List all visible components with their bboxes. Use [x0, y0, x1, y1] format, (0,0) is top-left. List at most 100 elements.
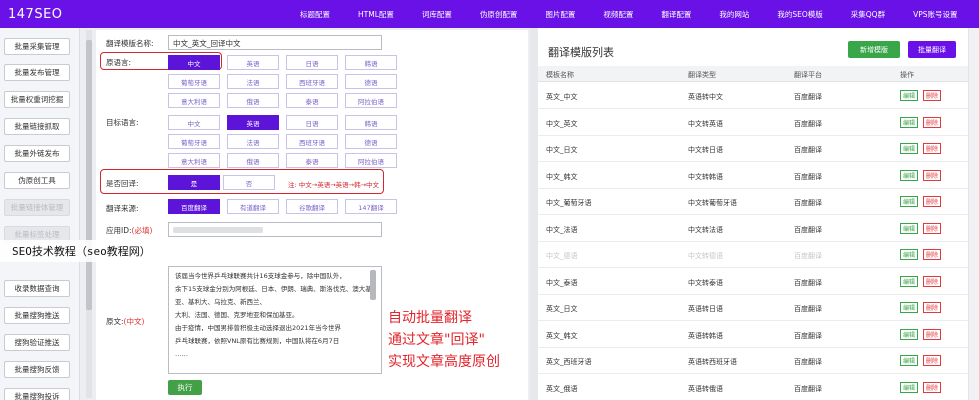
table-row[interactable]: 中文_泰语 中文转泰语 百度翻译 编辑 删除: [538, 269, 979, 295]
table-row[interactable]: 英文_西班牙语 英语转西班牙语 百度翻译 编辑 删除: [538, 348, 979, 374]
target-lang-option[interactable]: 德语: [345, 134, 397, 149]
target-lang-option[interactable]: 葡萄牙语: [168, 134, 220, 149]
delete-button[interactable]: 删除: [923, 302, 942, 313]
edit-button[interactable]: 编辑: [900, 143, 919, 154]
delete-button[interactable]: 删除: [923, 90, 942, 101]
template-name-input[interactable]: 中文_英文_回译中文: [168, 35, 382, 50]
delete-button[interactable]: 删除: [923, 381, 942, 393]
translate-source-option[interactable]: 百度翻译: [168, 199, 220, 214]
target-lang-option[interactable]: 韩语: [345, 115, 397, 130]
edit-button[interactable]: 编辑: [900, 222, 919, 234]
sidebar-item[interactable]: 批量链接体管理: [4, 199, 70, 216]
edit-button[interactable]: 编辑: [900, 90, 919, 101]
target-lang-option[interactable]: 俄语: [227, 153, 279, 168]
source-lang-option[interactable]: 韩语: [345, 55, 397, 70]
back-translate-yes[interactable]: 是: [168, 175, 220, 190]
top-nav-item[interactable]: 词库配置: [408, 9, 466, 20]
target-lang-option[interactable]: 中文: [168, 115, 220, 130]
sidebar-item[interactable]: 伪原创工具: [4, 172, 70, 189]
source-lang-option[interactable]: 阿拉伯语: [345, 93, 397, 108]
top-nav-item[interactable]: 图片配置: [531, 9, 589, 20]
sidebar-item[interactable]: 批量权重词挖掘: [4, 91, 70, 108]
target-lang-option[interactable]: 西班牙语: [286, 134, 338, 149]
delete-button[interactable]: 删除: [923, 222, 942, 234]
top-nav-item[interactable]: 我的SEO模版: [763, 9, 836, 20]
top-nav-item[interactable]: 我的网站: [705, 9, 763, 20]
top-nav-item[interactable]: 采集QQ群: [837, 9, 899, 20]
sidebar-item[interactable]: 批量采集管理: [4, 38, 70, 55]
top-nav-item[interactable]: 伪原创配置: [466, 9, 532, 20]
panel-scrollbar[interactable]: [968, 28, 979, 400]
top-nav-item[interactable]: 标题配置: [286, 9, 344, 20]
target-lang-option[interactable]: 日语: [286, 115, 338, 130]
table-row[interactable]: 英文_中文 英语转中文 百度翻译 编辑 删除: [538, 83, 979, 109]
delete-button[interactable]: 删除: [923, 196, 942, 207]
target-lang-option[interactable]: 意大利语: [168, 153, 220, 168]
table-row[interactable]: 英文_俄语 英语转俄语 百度翻译 编辑 删除: [538, 375, 979, 400]
source-lang-option[interactable]: 中文: [168, 55, 220, 70]
textarea-scroll-thumb[interactable]: [370, 270, 376, 300]
source-lang-option[interactable]: 泰语: [286, 93, 338, 108]
sidebar-item[interactable]: 批量搜狗投诉: [4, 388, 70, 400]
edit-button[interactable]: 编辑: [900, 381, 919, 393]
app-logo[interactable]: 147SEO: [0, 7, 300, 22]
appid-input[interactable]: [168, 222, 382, 237]
sidebar-item[interactable]: 批量发布管理: [4, 64, 70, 81]
table-row[interactable]: 中文_韩文 中文转韩语 百度翻译 编辑 删除: [538, 163, 979, 189]
add-template-button[interactable]: 新增模版: [848, 41, 900, 58]
top-nav-item[interactable]: 翻译配置: [647, 9, 705, 20]
edit-button[interactable]: 编辑: [900, 196, 919, 207]
source-lang-option[interactable]: 法语: [227, 74, 279, 89]
delete-button[interactable]: 删除: [923, 328, 942, 340]
source-lang-option[interactable]: 德语: [345, 74, 397, 89]
edit-button[interactable]: 编辑: [900, 169, 919, 181]
back-translate-no[interactable]: 否: [223, 175, 275, 190]
run-button[interactable]: 执行: [168, 380, 202, 395]
table-row[interactable]: 中文_葡萄牙语 中文转葡萄牙语 百度翻译 编辑 删除: [538, 189, 979, 215]
sidebar-item[interactable]: 批量外链发布: [4, 145, 70, 162]
original-textarea[interactable]: 该届当今世界乒乓球联赛共计16支球金参与，除中国队外， 余下15支球金分别为阿根廷…: [168, 266, 382, 374]
target-lang-option[interactable]: 英语: [227, 115, 279, 130]
edit-button[interactable]: 编辑: [900, 249, 919, 260]
target-lang-option[interactable]: 泰语: [286, 153, 338, 168]
table-row[interactable]: 英文_韩文 英语转韩语 百度翻译 编辑 删除: [538, 322, 979, 348]
top-nav-item[interactable]: 视频配置: [589, 9, 647, 20]
top-nav-item[interactable]: VPS账号设置: [899, 9, 971, 20]
top-nav-item[interactable]: HTML配置: [344, 9, 408, 20]
edit-button[interactable]: 编辑: [900, 302, 919, 313]
original-text-line: 该届当今世界乒乓球联赛共计16支球金参与，除中国队外，: [175, 272, 346, 280]
source-lang-option[interactable]: 西班牙语: [286, 74, 338, 89]
table-row[interactable]: 中文_德语 中文转德语 百度翻译 编辑 删除: [538, 242, 979, 268]
translate-source-option[interactable]: 147翻译: [345, 199, 397, 214]
table-row[interactable]: 英文_日文 英语转日语 百度翻译 编辑 删除: [538, 295, 979, 321]
source-lang-option[interactable]: 意大利语: [168, 93, 220, 108]
sidebar-item[interactable]: 批量搜狗反馈: [4, 361, 70, 378]
edit-button[interactable]: 编辑: [900, 275, 919, 287]
source-lang-option[interactable]: 葡萄牙语: [168, 74, 220, 89]
delete-button[interactable]: 删除: [923, 116, 942, 128]
edit-button[interactable]: 编辑: [900, 116, 919, 128]
table-row[interactable]: 中文_英文 中文转英语 百度翻译 编辑 删除: [538, 110, 979, 136]
sidebar-item[interactable]: 批量搜狗推送: [4, 307, 70, 324]
target-lang-option[interactable]: 法语: [227, 134, 279, 149]
source-lang-option[interactable]: 日语: [286, 55, 338, 70]
table-row[interactable]: 中文_日文 中文转日语 百度翻译 编辑 删除: [538, 136, 979, 162]
table-row[interactable]: 中文_法语 中文转法语 百度翻译 编辑 删除: [538, 216, 979, 242]
delete-button[interactable]: 删除: [923, 143, 942, 154]
delete-button[interactable]: 删除: [923, 249, 942, 260]
target-lang-option[interactable]: 阿拉伯语: [345, 153, 397, 168]
batch-translate-button[interactable]: 批量翻译: [908, 41, 956, 58]
source-lang-option[interactable]: 俄语: [227, 93, 279, 108]
edit-button[interactable]: 编辑: [900, 355, 919, 366]
delete-button[interactable]: 删除: [923, 169, 942, 181]
sidebar-item[interactable]: 收录数据查询: [4, 280, 70, 297]
translate-source-option[interactable]: 有道翻译: [227, 199, 279, 214]
sidebar-item[interactable]: 批量链接抓取: [4, 118, 70, 135]
sidebar-item[interactable]: 搜狗验证推送: [4, 334, 70, 351]
delete-button[interactable]: 删除: [923, 355, 942, 366]
source-lang-option[interactable]: 英语: [227, 55, 279, 70]
delete-button[interactable]: 删除: [923, 275, 942, 287]
translate-source-option[interactable]: 谷歌翻译: [286, 199, 338, 214]
sidebar-scroll-thumb[interactable]: [86, 40, 92, 310]
edit-button[interactable]: 编辑: [900, 328, 919, 340]
